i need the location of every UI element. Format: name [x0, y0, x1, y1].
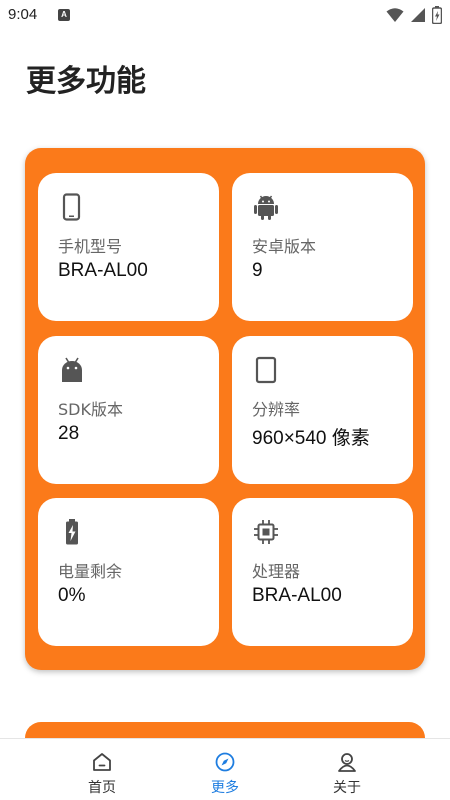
tile-value: 9	[252, 260, 263, 281]
android-head-icon	[62, 357, 82, 382]
compass-icon	[215, 752, 235, 772]
tile-value: 28	[58, 423, 80, 444]
tile-label: SDK版本	[58, 400, 123, 419]
tile-processor[interactable]: 处理器 BRA-AL00	[232, 498, 413, 646]
device-info-card: 手机型号 BRA-AL00 安卓版本 9 SDK版本 28 分辨率 960×54…	[25, 148, 425, 670]
bottom-nav: 首页 更多 关于	[0, 738, 450, 800]
notification-a-icon: A	[58, 9, 70, 21]
page-title: 更多功能	[26, 64, 146, 99]
status-time: 9:04	[8, 6, 38, 23]
tile-label: 处理器	[252, 562, 301, 581]
tile-label: 安卓版本	[252, 237, 317, 256]
tile-battery[interactable]: 电量剩余 0%	[38, 498, 219, 646]
battery-charging-icon	[66, 519, 78, 545]
tile-label: 电量剩余	[58, 562, 123, 581]
tile-value: 960×540 像素	[252, 428, 370, 449]
tablet-icon	[255, 356, 277, 384]
tile-label: 手机型号	[58, 237, 123, 256]
nav-label: 关于	[333, 780, 361, 796]
cell-signal-icon	[411, 8, 425, 22]
android-icon	[254, 195, 278, 220]
person-icon	[338, 753, 356, 772]
wifi-icon	[386, 8, 404, 22]
tile-value: BRA-AL00	[58, 260, 148, 281]
cpu-chip-icon	[254, 520, 278, 544]
tile-label: 分辨率	[252, 400, 301, 419]
phone-icon	[62, 193, 81, 221]
status-right-icons	[386, 6, 442, 24]
tile-phone-model[interactable]: 手机型号 BRA-AL00	[38, 173, 219, 321]
nav-item-about[interactable]: 关于	[272, 739, 422, 800]
tile-value: 0%	[58, 585, 86, 606]
battery-charging-status-icon	[432, 6, 442, 24]
tile-value: BRA-AL00	[252, 585, 342, 606]
tile-resolution[interactable]: 分辨率 960×540 像素	[232, 336, 413, 484]
status-bar: 9:04 A	[0, 0, 450, 30]
home-icon	[93, 753, 111, 771]
tile-android-version[interactable]: 安卓版本 9	[232, 173, 413, 321]
tile-sdk-version[interactable]: SDK版本 28	[38, 336, 219, 484]
